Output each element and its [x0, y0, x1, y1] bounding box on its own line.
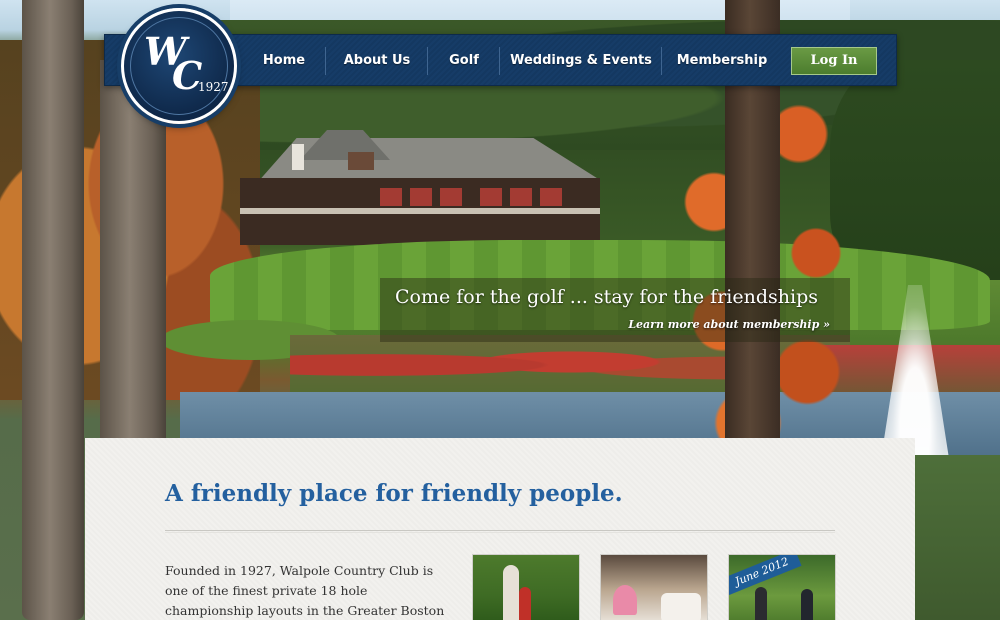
golfer-figure — [755, 587, 767, 620]
photo-thumbnail-event[interactable]: June 2012 — [728, 554, 836, 620]
nav-divider — [427, 47, 428, 75]
nav-about-us[interactable]: About Us — [327, 35, 427, 87]
nav-divider — [325, 47, 326, 75]
divider — [165, 530, 835, 533]
nav-weddings-events[interactable]: Weddings & Events — [501, 35, 661, 87]
clubhouse-roof-peak — [300, 130, 390, 160]
photo-thumbnail-golf-lesson[interactable] — [472, 554, 580, 620]
chimney — [292, 144, 304, 170]
nav-membership[interactable]: Membership — [663, 35, 781, 87]
login-button[interactable]: Log In — [791, 47, 877, 75]
child-figure — [519, 587, 531, 620]
window — [410, 188, 432, 206]
golfer-figure — [503, 565, 519, 620]
nav-golf[interactable]: Golf — [429, 35, 499, 87]
hero-tagline: Come for the golf ... stay for the frien… — [395, 286, 818, 308]
photo-thumbnail-wedding-table[interactable] — [600, 554, 708, 620]
logo-year: 1927 — [198, 80, 229, 94]
right-trees — [830, 60, 1000, 280]
nav-divider — [661, 47, 662, 75]
membership-link[interactable]: Learn more about membership » — [628, 318, 830, 331]
intro-paragraph: Founded in 1927, Walpole Country Club is… — [165, 563, 445, 618]
page-headline: A friendly place for friendly people. — [165, 480, 623, 507]
clubhouse — [230, 130, 600, 245]
table-setting — [661, 593, 701, 620]
hero-tagline-banner: Come for the golf ... stay for the frien… — [380, 278, 850, 342]
flower-centerpiece — [613, 585, 637, 615]
nav-divider — [499, 47, 500, 75]
deck-railing — [240, 208, 600, 214]
nav-home[interactable]: Home — [245, 35, 323, 87]
window — [510, 188, 532, 206]
tree-trunk — [22, 0, 84, 620]
content-panel: A friendly place for friendly people. Fo… — [85, 438, 915, 620]
window — [440, 188, 462, 206]
lawn — [915, 455, 1000, 620]
chimney — [348, 152, 374, 170]
golfer-figure — [801, 589, 813, 620]
window — [480, 188, 502, 206]
window — [380, 188, 402, 206]
club-logo[interactable]: W C 1927 — [121, 8, 237, 124]
clubhouse-roof — [259, 138, 600, 180]
window — [540, 188, 562, 206]
